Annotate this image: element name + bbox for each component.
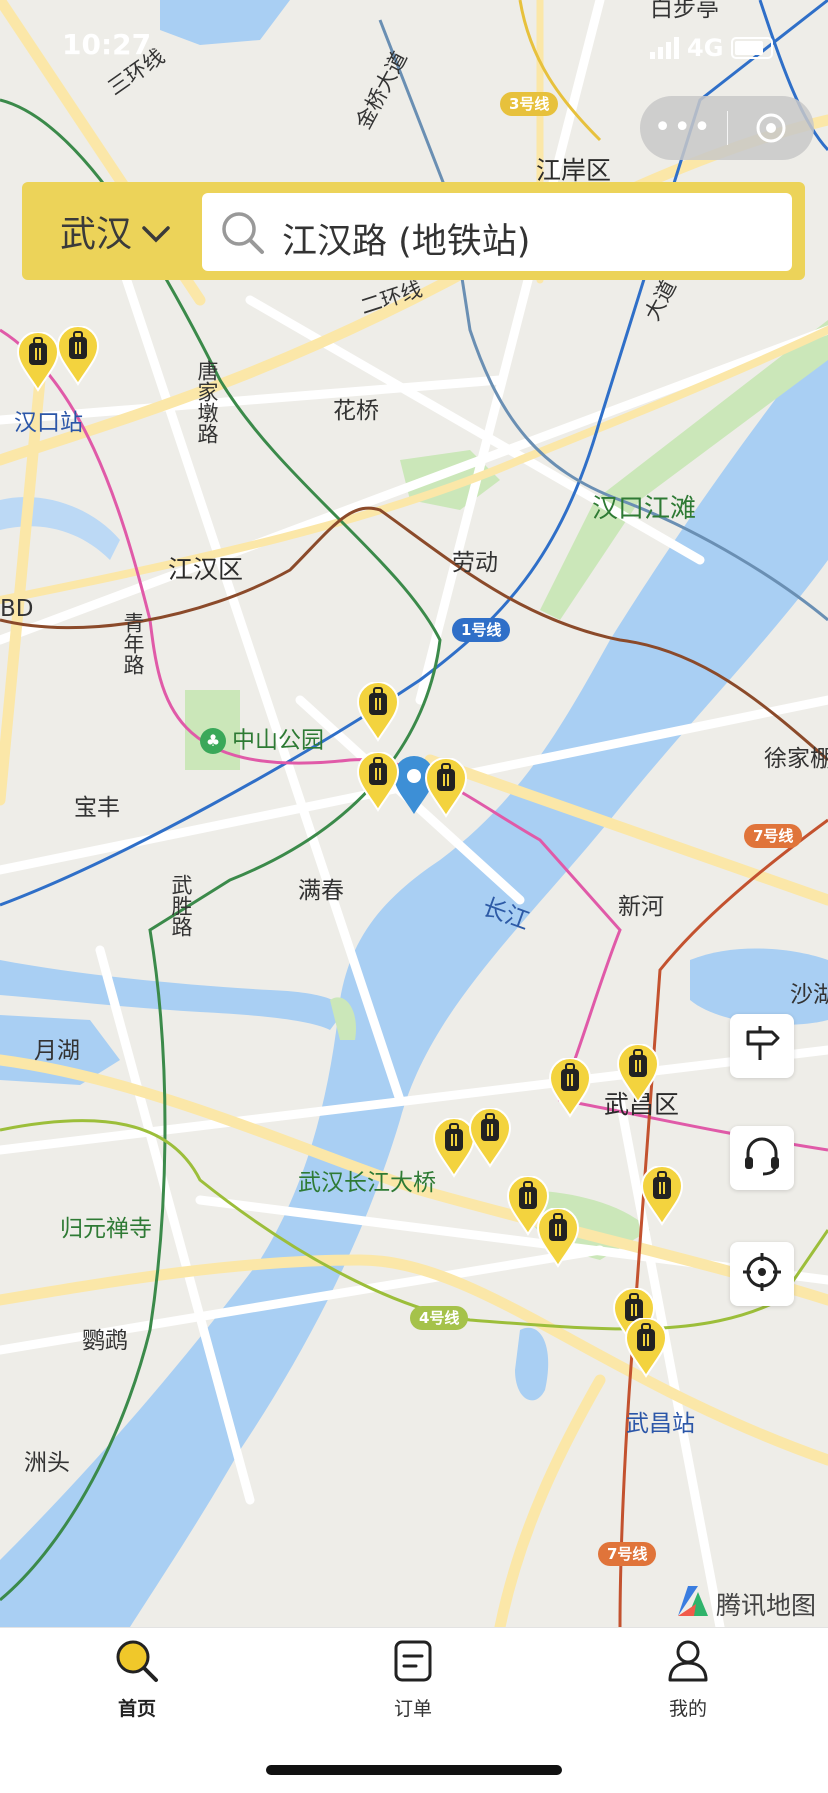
miniprogram-capsule: ••• (640, 96, 814, 160)
crosshair-icon (741, 1251, 783, 1297)
map-label-guiyuanchansi: 归元禅寺 (60, 1216, 152, 1242)
luggage-storage-marker[interactable] (356, 682, 400, 742)
tab-home-label: 首页 (117, 1698, 156, 1720)
luggage-storage-marker[interactable] (624, 1318, 668, 1378)
tab-home[interactable]: 首页 (77, 1638, 197, 1721)
map-label-cbd: BD (0, 596, 34, 622)
luggage-icon (468, 1108, 512, 1168)
map-label-hankoujiangtan: 汉口江滩 (592, 494, 697, 524)
tab-mine[interactable]: 我的 (628, 1638, 748, 1721)
tab-bar: 首页 订单 我的 (0, 1627, 828, 1793)
map-label-qingnianlu: 青年路 (121, 612, 145, 675)
metro-line-3-badge: 3号线 (500, 92, 559, 116)
search-input[interactable]: 江汉路 (地铁站) (202, 193, 792, 271)
map-label-wuchangzhan: 武昌站 (626, 1411, 695, 1437)
home-indicator (266, 1765, 562, 1775)
tab-orders-label: 订单 (393, 1698, 432, 1720)
order-icon (390, 1640, 436, 1688)
search-bar: 武汉 江汉路 (地铁站) (22, 182, 805, 280)
map-label-hankouzhan: 汉口站 (14, 410, 83, 436)
luggage-icon (640, 1166, 684, 1226)
status-time: 10:27 (62, 28, 152, 61)
signpost-icon (742, 1024, 782, 1068)
battery-icon (731, 37, 774, 59)
tab-orders[interactable]: 订单 (353, 1638, 473, 1721)
map-label-yuehu: 月湖 (34, 1038, 80, 1064)
map-label-baibuting: 白步亭 (650, 0, 719, 22)
network-type: 4G (687, 34, 724, 62)
guide-button[interactable] (730, 1014, 794, 1078)
luggage-icon (548, 1058, 592, 1118)
metro-line-7-badge: 7号线 (744, 824, 803, 848)
tencent-map-logo: 腾讯地图 (674, 1582, 816, 1626)
map-label-jianganqu: 江岸区 (536, 156, 612, 185)
luggage-storage-marker[interactable] (16, 332, 60, 392)
search-icon (220, 210, 266, 260)
map-label-wushenglu: 武胜路 (169, 874, 193, 937)
chevron-down-icon (142, 211, 170, 252)
luggage-icon (624, 1318, 668, 1378)
park-icon: ♣ (200, 728, 226, 754)
luggage-storage-marker[interactable] (616, 1044, 660, 1104)
luggage-storage-marker[interactable] (548, 1058, 592, 1118)
metro-line-7-badge: 7号线 (598, 1542, 657, 1566)
user-icon (665, 1640, 711, 1688)
luggage-icon (16, 332, 60, 392)
map-label-tangjiadun: 唐家墩路 (195, 360, 219, 444)
city-name: 武汉 (60, 214, 133, 255)
search-icon (114, 1640, 160, 1688)
map-label-wuhanchangjiangdaqiao: 武汉长江大桥 (298, 1170, 436, 1196)
luggage-storage-marker[interactable] (424, 758, 468, 818)
metro-line-4-badge: 4号线 (410, 1306, 469, 1330)
status-icons: 4G (650, 28, 774, 68)
headset-icon (741, 1135, 783, 1181)
more-dots-icon[interactable]: ••• (640, 96, 727, 160)
city-selector[interactable]: 武汉 (60, 206, 170, 256)
metro-line-1-badge: 1号线 (452, 618, 511, 642)
luggage-icon (356, 682, 400, 742)
luggage-icon (616, 1044, 660, 1104)
luggage-storage-marker[interactable] (640, 1166, 684, 1226)
map-label-yingwu: 鹦鹉 (82, 1328, 128, 1354)
map-label-jianghanqu: 江汉区 (168, 555, 244, 584)
tencent-map-logo-text: 腾讯地图 (716, 1591, 817, 1620)
luggage-icon (56, 326, 100, 386)
tab-mine-label: 我的 (668, 1698, 707, 1720)
map-label-laodong: 劳动 (452, 550, 498, 576)
map-label-huaqiao: 花桥 (333, 398, 379, 424)
search-value: 江汉路 (地铁站) (282, 222, 531, 262)
luggage-icon (424, 758, 468, 818)
map-label-xinhe: 新河 (618, 894, 664, 920)
target-circle-icon[interactable] (728, 111, 815, 145)
map-label-shahu: 沙湖 (790, 982, 828, 1008)
luggage-storage-marker[interactable] (536, 1208, 580, 1268)
customer-service-button[interactable] (730, 1126, 794, 1190)
map-label-baofeng: 宝丰 (74, 795, 120, 821)
luggage-storage-marker[interactable] (56, 326, 100, 386)
map-label-xujiapeng: 徐家棚 (764, 746, 828, 772)
map-label-zhoutou: 洲头 (24, 1450, 70, 1476)
tencent-map-logo-icon (674, 1582, 712, 1626)
locate-button[interactable] (730, 1242, 794, 1306)
luggage-icon (536, 1208, 580, 1268)
luggage-icon (356, 752, 400, 812)
signal-icon (650, 37, 679, 59)
map-label-manchun: 满春 (298, 878, 344, 904)
luggage-storage-marker[interactable] (356, 752, 400, 812)
luggage-storage-marker[interactable] (468, 1108, 512, 1168)
map-label-zhongshangongyuan: ♣ 中山公园 (200, 728, 324, 754)
